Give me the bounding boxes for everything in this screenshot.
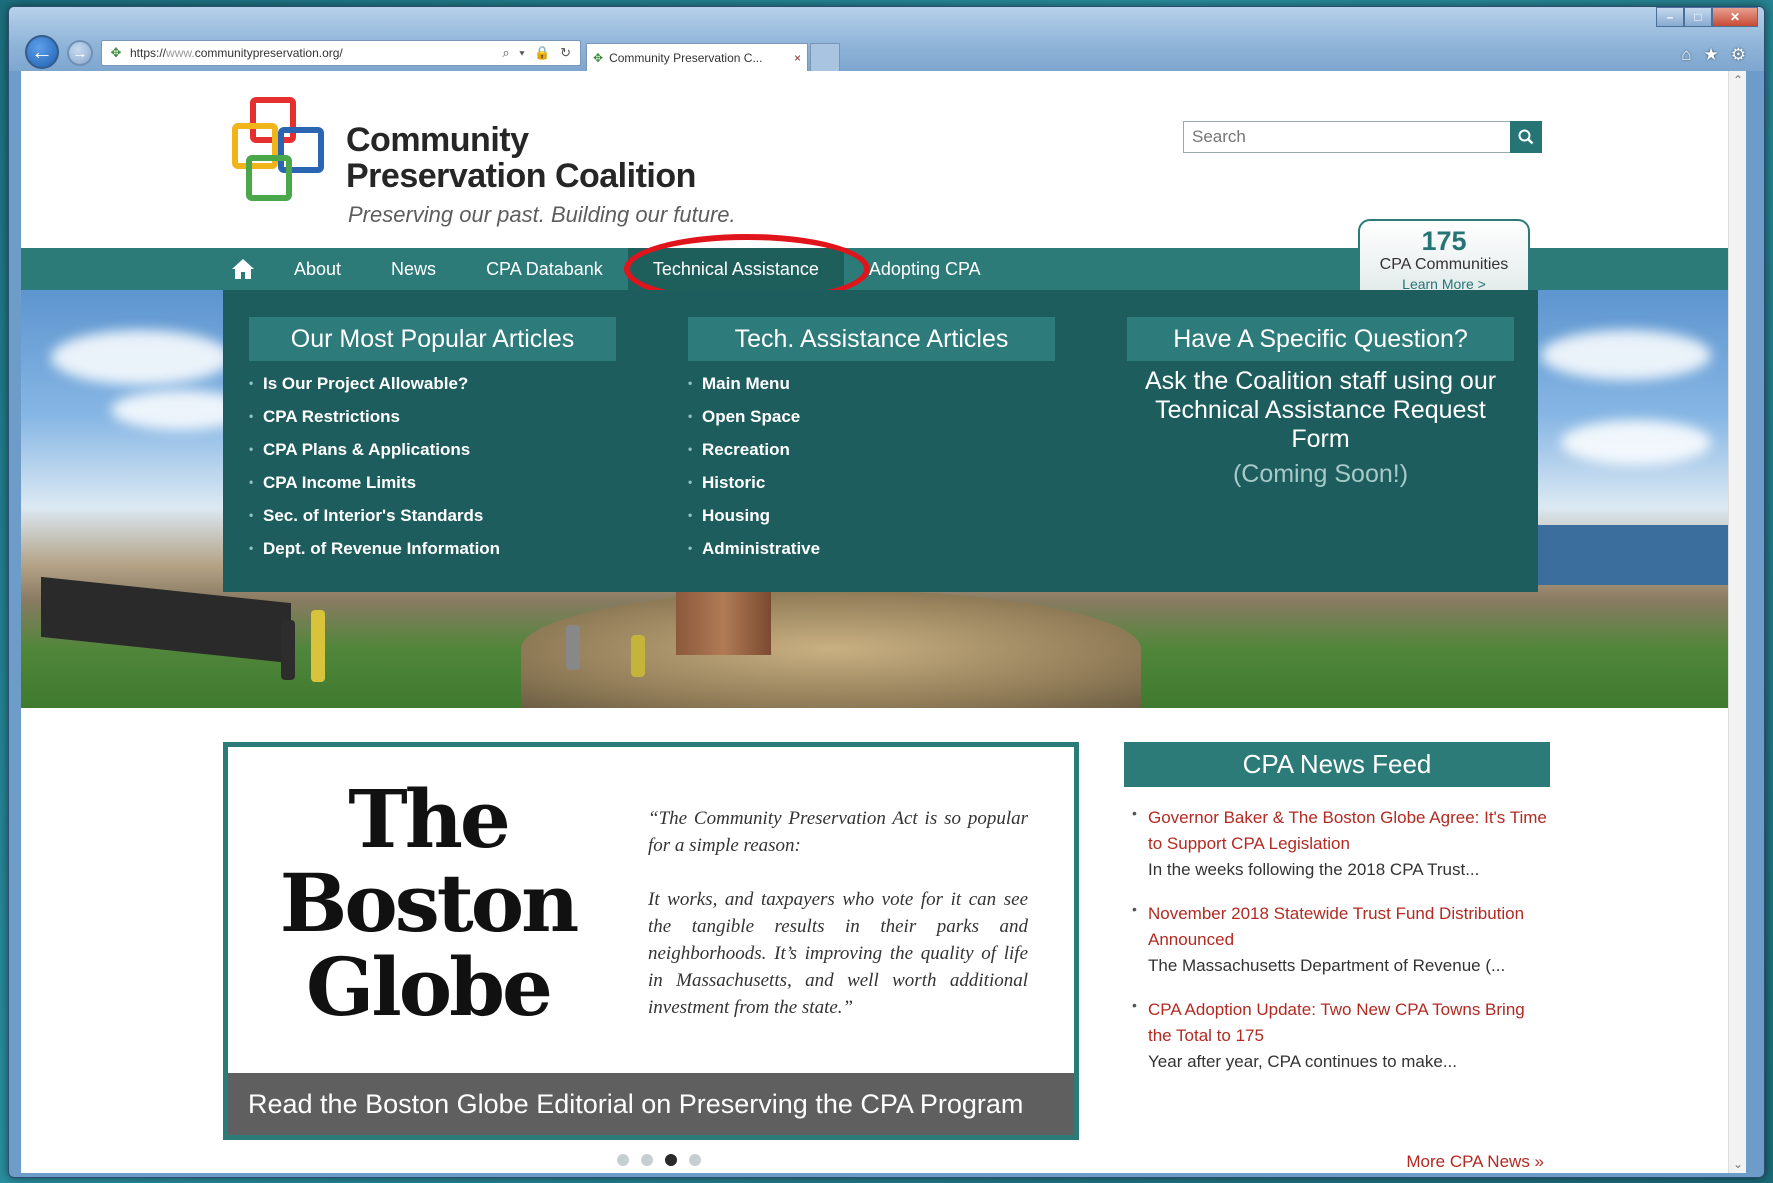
menu-link[interactable]: Main Menu <box>688 367 1055 400</box>
tech-articles-list: Main Menu Open Space Recreation Historic… <box>688 367 1055 565</box>
site-logo[interactable]: Community Preservation Coalition Preserv… <box>231 96 736 227</box>
communities-count: 175 <box>1421 226 1467 256</box>
tech-articles-column: Tech. Assistance Articles Main Menu Open… <box>688 317 1055 565</box>
logo-line-1: Community <box>346 121 529 159</box>
menu-link[interactable]: CPA Plans & Applications <box>249 433 616 466</box>
slider-dots <box>617 1154 701 1166</box>
page-viewport: Community Preservation Coalition Preserv… <box>21 71 1746 1173</box>
vertical-scrollbar[interactable]: ⌃ ⌄ <box>1728 71 1746 1173</box>
news-item: CPA Adoption Update: Two New CPA Towns B… <box>1124 997 1550 1075</box>
slide-caption-link[interactable]: Read the Boston Globe Editorial on Prese… <box>228 1073 1074 1135</box>
menu-link[interactable]: Historic <box>688 466 1055 499</box>
interlocking-squares-logo-icon <box>232 97 324 201</box>
popular-articles-heading: Our Most Popular Articles <box>249 317 616 361</box>
news-item-title[interactable]: Governor Baker & The Boston Globe Agree:… <box>1148 805 1550 857</box>
browser-chrome: ← → ✥ https://www.communitypreservation.… <box>9 7 1764 71</box>
slide-dot-active[interactable] <box>665 1154 677 1166</box>
learn-more-link[interactable]: Learn More > <box>1360 275 1528 291</box>
site-favicon-icon: ✥ <box>110 45 122 60</box>
slide-dot[interactable] <box>641 1154 653 1166</box>
menu-link[interactable]: Housing <box>688 499 1055 532</box>
news-item: Governor Baker & The Boston Globe Agree:… <box>1124 805 1550 883</box>
technical-assistance-mega-menu: Our Most Popular Articles Is Our Project… <box>223 290 1538 592</box>
menu-link[interactable]: Administrative <box>688 532 1055 565</box>
home-icon <box>232 259 254 279</box>
nav-cpa-databank[interactable]: CPA Databank <box>461 248 628 290</box>
popular-articles-column: Our Most Popular Articles Is Our Project… <box>249 317 616 565</box>
browser-toolbar-icons: ⌂ ★ ⚙ <box>1681 45 1746 65</box>
masthead-line: Boston <box>279 856 580 950</box>
home-icon[interactable]: ⌂ <box>1681 45 1691 65</box>
settings-gear-icon[interactable]: ⚙ <box>1731 45 1746 65</box>
menu-link[interactable]: CPA Income Limits <box>249 466 616 499</box>
news-item: November 2018 Statewide Trust Fund Distr… <box>1124 901 1550 979</box>
logo-tagline: Preserving our past. Building our future… <box>348 202 736 227</box>
favorites-star-icon[interactable]: ★ <box>1704 45 1719 65</box>
address-tools-icons[interactable]: ⌕ ▾ 🔒 ↻ <box>502 45 574 61</box>
nav-home-button[interactable] <box>217 248 269 290</box>
news-feed-heading: CPA News Feed <box>1124 742 1550 787</box>
browser-window: ← → ✥ https://www.communitypreservation.… <box>8 6 1765 1178</box>
menu-link[interactable]: Is Our Project Allowable? <box>249 367 616 400</box>
new-tab-button[interactable] <box>810 43 840 71</box>
featured-slider: The Boston Globe “The Community Preserva… <box>223 742 1079 1140</box>
request-form-link[interactable]: Ask the Coalition staff using our Techni… <box>1127 367 1514 454</box>
question-heading: Have A Specific Question? <box>1127 317 1514 361</box>
news-item-title[interactable]: CPA Adoption Update: Two New CPA Towns B… <box>1148 997 1550 1049</box>
news-item-excerpt: Year after year, CPA continues to make..… <box>1148 1052 1458 1071</box>
web-page: Community Preservation Coalition Preserv… <box>21 71 1728 1173</box>
question-column: Have A Specific Question? Ask the Coalit… <box>1127 317 1514 489</box>
communities-badge[interactable]: 175 CPA Communities Learn More > <box>1358 219 1530 291</box>
maximize-button[interactable]: □ <box>1684 7 1712 27</box>
masthead-line: The <box>348 772 511 866</box>
more-news-link[interactable]: More CPA News » <box>1406 1152 1544 1172</box>
coming-soon-note: (Coming Soon!) <box>1232 460 1409 488</box>
boston-globe-masthead: The Boston Globe <box>278 772 580 1034</box>
menu-link[interactable]: CPA Restrictions <box>249 400 616 433</box>
quote-paragraph: “The Community Preservation Act is so po… <box>648 808 1028 856</box>
news-feed: CPA News Feed Governor Baker & The Bosto… <box>1124 742 1550 1171</box>
address-bar[interactable]: ✥ https://www.communitypreservation.org/… <box>101 40 581 66</box>
minimize-button[interactable]: – <box>1656 7 1684 27</box>
quote-paragraph: It works, and taxpayers who vote for it … <box>648 889 1028 1018</box>
news-item-excerpt: In the weeks following the 2018 CPA Trus… <box>1148 860 1480 879</box>
forward-button[interactable]: → <box>67 40 93 66</box>
news-item-title[interactable]: November 2018 Statewide Trust Fund Distr… <box>1148 901 1550 953</box>
masthead-line: Globe <box>306 940 553 1034</box>
logo-wordmark: Community Preservation Coalition <box>346 122 696 194</box>
nav-items: About News CPA Databank Technical Assist… <box>217 248 1006 290</box>
menu-link[interactable]: Dept. of Revenue Information <box>249 532 616 565</box>
tab-favicon-icon: ✥ <box>593 50 604 65</box>
tab-close-icon[interactable]: × <box>794 51 801 65</box>
menu-link[interactable]: Open Space <box>688 400 1055 433</box>
scroll-up-icon[interactable]: ⌃ <box>1729 71 1746 89</box>
search-input[interactable] <box>1183 121 1510 153</box>
popular-articles-list: Is Our Project Allowable? CPA Restrictio… <box>249 367 616 565</box>
menu-link[interactable]: Recreation <box>688 433 1055 466</box>
search-icon <box>1518 129 1534 145</box>
tab-title: Community Preservation C... <box>609 50 763 65</box>
editorial-quote: “The Community Preservation Act is so po… <box>648 805 1028 1021</box>
logo-line-2: Preservation Coalition <box>346 157 696 195</box>
nav-about[interactable]: About <box>269 248 366 290</box>
url-text: https://www.communitypreservation.org/ <box>130 46 343 60</box>
slide-dot[interactable] <box>617 1154 629 1166</box>
tech-articles-heading: Tech. Assistance Articles <box>688 317 1055 361</box>
arrow-right-icon: → <box>72 44 88 62</box>
news-item-excerpt: The Massachusetts Department of Revenue … <box>1148 956 1506 975</box>
communities-label: CPA Communities <box>1379 256 1509 273</box>
arrow-left-icon: ← <box>31 39 53 64</box>
close-window-button[interactable]: ✕ <box>1712 7 1758 27</box>
window-controls: – □ ✕ <box>1656 7 1758 27</box>
nav-news[interactable]: News <box>366 248 461 290</box>
scroll-down-icon[interactable]: ⌄ <box>1729 1155 1746 1173</box>
site-search <box>1183 121 1542 153</box>
browser-tab[interactable]: ✥ Community Preservation C... × <box>586 43 808 71</box>
back-button[interactable]: ← <box>25 35 59 69</box>
search-button[interactable] <box>1510 121 1542 153</box>
menu-link[interactable]: Sec. of Interior's Standards <box>249 499 616 532</box>
slide-dot[interactable] <box>689 1154 701 1166</box>
